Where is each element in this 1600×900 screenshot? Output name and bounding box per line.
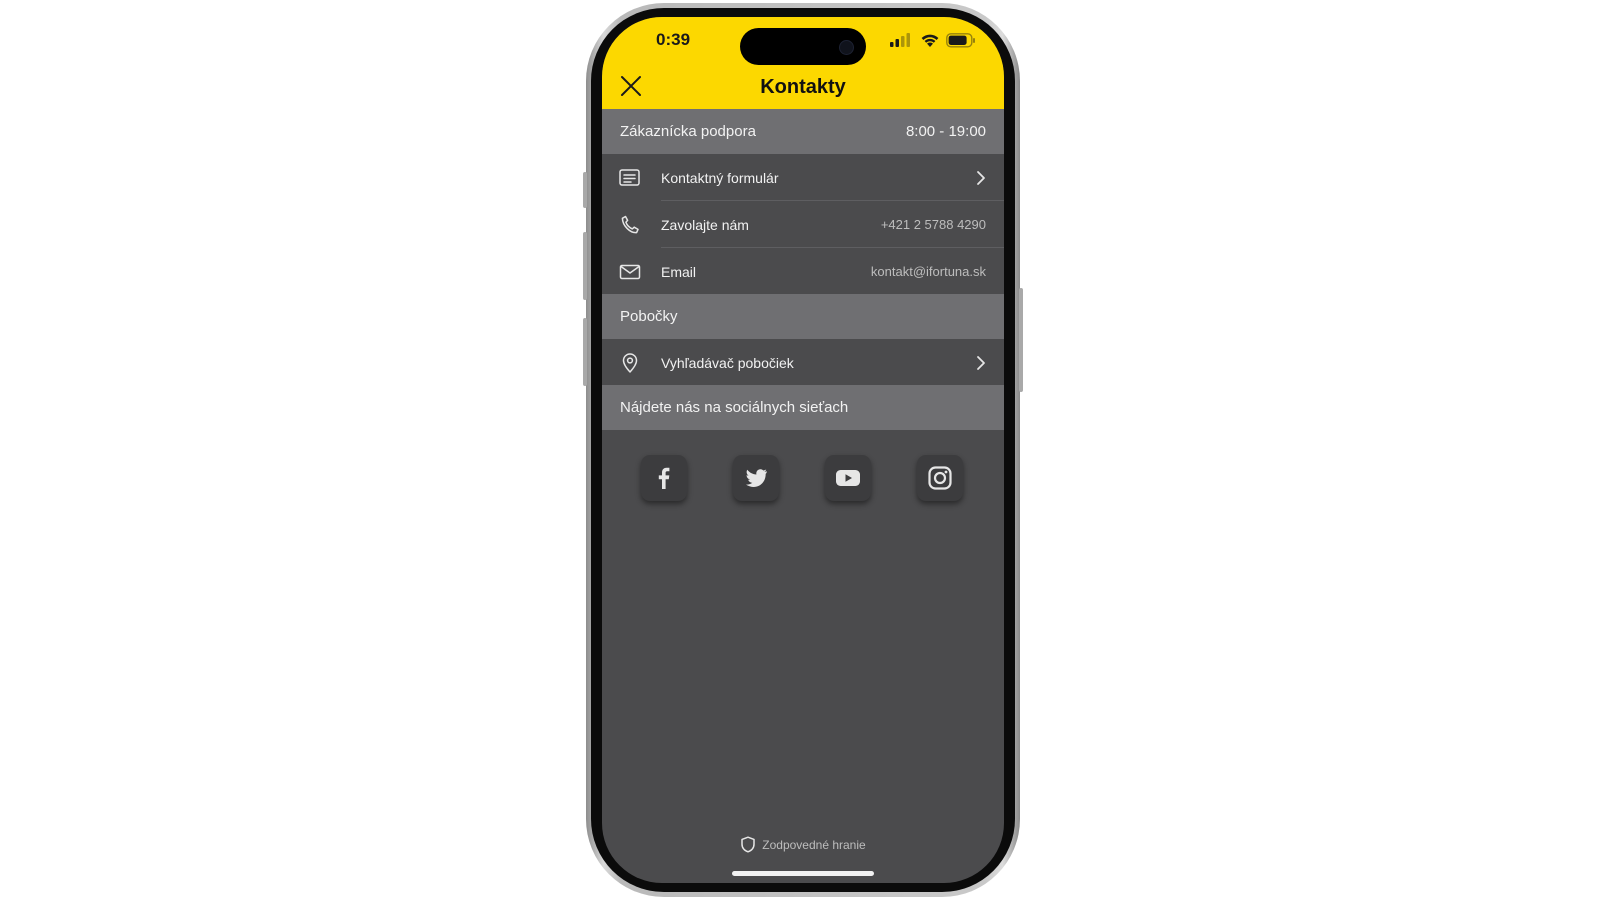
- section-header-support: Zákaznícka podpora 8:00 - 19:00: [602, 109, 1004, 154]
- phone-power-button: [1019, 288, 1023, 392]
- home-indicator[interactable]: [732, 871, 874, 876]
- cellular-signal-icon: [890, 33, 910, 47]
- section-title-branches: Pobočky: [620, 308, 678, 325]
- facebook-button[interactable]: [641, 455, 687, 501]
- phone-volume-up: [583, 232, 587, 300]
- phone-silent-switch: [583, 172, 587, 208]
- instagram-button[interactable]: [917, 455, 963, 501]
- battery-icon: [946, 33, 975, 48]
- support-hours: 8:00 - 19:00: [905, 123, 986, 140]
- dynamic-island: [740, 28, 866, 65]
- branch-finder-label: Vyhľadávač pobočiek: [661, 354, 794, 371]
- phone-number[interactable]: +421 2 5788 4290: [881, 217, 986, 232]
- form-icon: [619, 168, 640, 186]
- facebook-icon: [658, 467, 670, 489]
- section-title-support: Zákaznícka podpora: [620, 123, 756, 140]
- app-screen: 0:39 Kontakty Zákaznícka podpora 8:00 - …: [602, 17, 1004, 883]
- twitter-button[interactable]: [733, 455, 779, 501]
- email-address[interactable]: kontakt@ifortuna.sk: [871, 264, 986, 279]
- responsible-gaming-label: Zodpovedné hranie: [762, 837, 866, 852]
- call-us-row[interactable]: Zavolajte nám +421 2 5788 4290: [602, 201, 1004, 248]
- status-time: 0:39: [656, 30, 691, 49]
- location-pin-icon: [622, 352, 638, 373]
- section-header-branches: Pobočky: [602, 294, 1004, 339]
- front-camera: [839, 40, 854, 55]
- shield-icon: [741, 836, 756, 853]
- top-bar: 0:39 Kontakty: [602, 17, 1004, 112]
- phone-icon: [621, 215, 639, 233]
- email-row[interactable]: Email kontakt@ifortuna.sk: [602, 248, 1004, 295]
- wifi-icon: [921, 34, 939, 47]
- responsible-gaming-link[interactable]: Zodpovedné hranie: [602, 836, 1004, 853]
- instagram-icon: [928, 466, 952, 490]
- branch-finder-row[interactable]: Vyhľadávač pobočiek: [602, 339, 1004, 386]
- youtube-button[interactable]: [825, 455, 871, 501]
- mail-icon: [619, 264, 641, 279]
- section-header-social: Nájdete nás na sociálnych sieťach: [602, 385, 1004, 430]
- chevron-right-icon: [977, 170, 985, 185]
- page-title: Kontakty: [760, 76, 846, 98]
- call-us-label: Zavolajte nám: [661, 216, 749, 233]
- contact-form-row[interactable]: Kontaktný formulár: [602, 154, 1004, 201]
- phone-volume-down: [583, 318, 587, 386]
- twitter-icon: [745, 469, 767, 487]
- section-title-social: Nájdete nás na sociálnych sieťach: [620, 399, 849, 416]
- chevron-right-icon: [977, 355, 985, 370]
- youtube-icon: [836, 470, 860, 486]
- contact-form-label: Kontaktný formulár: [661, 169, 779, 186]
- email-label: Email: [661, 263, 697, 280]
